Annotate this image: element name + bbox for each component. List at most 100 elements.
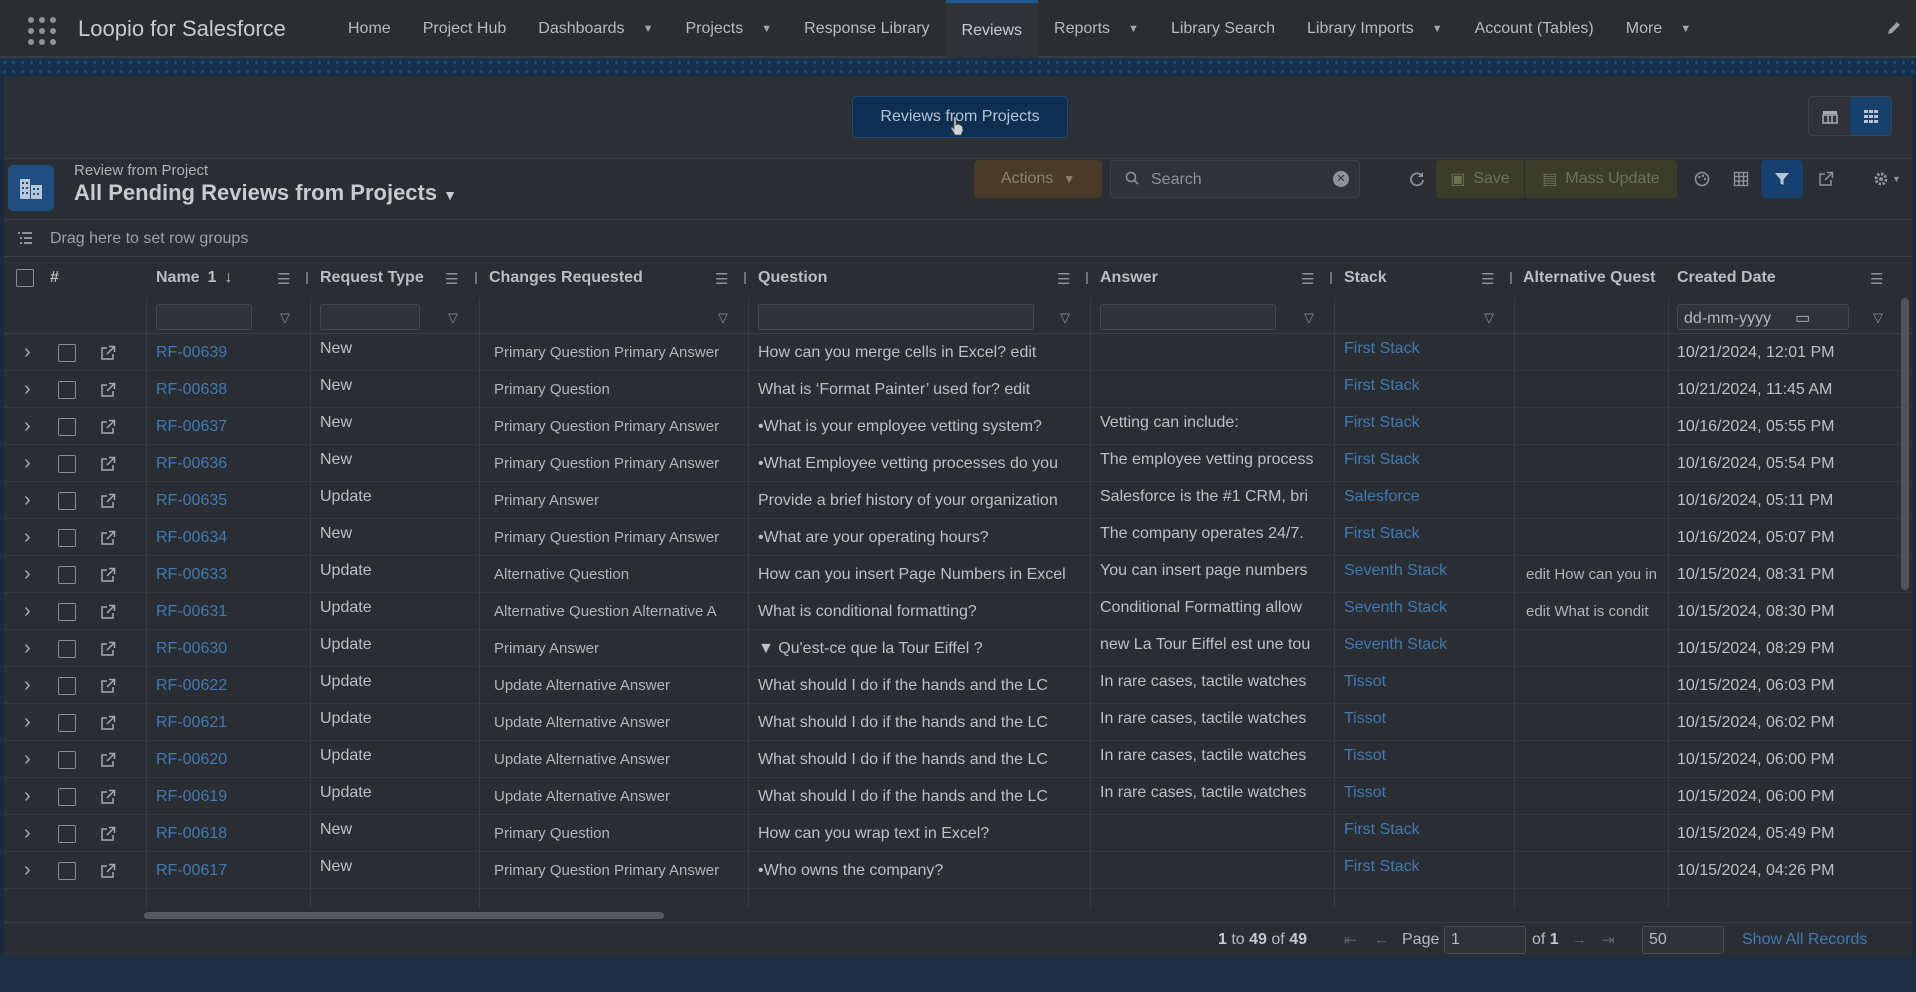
- row-checkbox[interactable]: [58, 676, 76, 695]
- column-resize-handle[interactable]: [306, 272, 308, 284]
- cell-name[interactable]: RF-00639: [156, 334, 306, 371]
- cell-name[interactable]: RF-00635: [156, 482, 306, 519]
- cell-name[interactable]: RF-00633: [156, 556, 306, 593]
- nav-item-response-library[interactable]: Response Library: [788, 0, 945, 58]
- column-resize-handle[interactable]: [1330, 272, 1332, 284]
- expand-row-icon[interactable]: ›: [24, 667, 40, 704]
- expand-row-icon[interactable]: ›: [24, 519, 40, 556]
- previous-page-icon[interactable]: ←: [1374, 931, 1389, 948]
- cell-stack[interactable]: First Stack: [1344, 334, 1512, 371]
- open-record-icon[interactable]: [100, 741, 120, 778]
- table-row[interactable]: › RF-00621 Update Update Alternative Answer…: [4, 704, 1912, 741]
- row-checkbox[interactable]: [58, 565, 76, 584]
- column-menu-icon[interactable]: ☰: [1481, 270, 1494, 288]
- expand-row-icon[interactable]: ›: [24, 445, 40, 482]
- expand-row-icon[interactable]: ›: [24, 334, 40, 371]
- cell-stack[interactable]: Tissot: [1344, 741, 1512, 778]
- chevron-down-icon[interactable]: ▼: [643, 23, 654, 35]
- column-menu-icon[interactable]: ☰: [1870, 270, 1883, 288]
- nav-item-more[interactable]: More ▼: [1610, 0, 1707, 58]
- cell-name[interactable]: RF-00631: [156, 593, 306, 630]
- palette-icon[interactable]: [1685, 160, 1719, 198]
- nav-item-library-imports[interactable]: Library Imports ▼: [1291, 0, 1459, 58]
- nav-item-projects[interactable]: Projects ▼: [669, 0, 788, 58]
- cell-name[interactable]: RF-00636: [156, 445, 306, 482]
- table-row[interactable]: › RF-00638 New Primary Question What is ‘For…: [4, 371, 1912, 408]
- column-header-question[interactable]: Question: [758, 258, 958, 298]
- cell-stack[interactable]: First Stack: [1344, 371, 1512, 408]
- chevron-down-icon[interactable]: ▼: [1432, 23, 1443, 35]
- table-row[interactable]: › RF-00634 New Primary Question Primary Ans…: [4, 519, 1912, 556]
- column-resize-handle[interactable]: [744, 272, 746, 284]
- column-header-request-type[interactable]: Request Type: [320, 258, 450, 298]
- table-row[interactable]: › RF-00620 Update Update Alternative Answer…: [4, 741, 1912, 778]
- expand-row-icon[interactable]: ›: [24, 482, 40, 519]
- column-menu-icon[interactable]: ☰: [445, 270, 458, 288]
- cell-stack[interactable]: Tissot: [1344, 667, 1512, 704]
- row-checkbox[interactable]: [58, 861, 76, 880]
- expand-row-icon[interactable]: ›: [24, 556, 40, 593]
- open-record-icon[interactable]: [100, 482, 120, 519]
- table-row[interactable]: › RF-00622 Update Update Alternative Answer…: [4, 667, 1912, 704]
- cell-stack[interactable]: First Stack: [1344, 852, 1512, 889]
- cell-name[interactable]: RF-00637: [156, 408, 306, 445]
- expand-row-icon[interactable]: ›: [24, 815, 40, 852]
- cell-stack[interactable]: Tissot: [1344, 704, 1512, 741]
- select-all-checkbox[interactable]: [16, 269, 34, 287]
- gear-icon[interactable]: ▼: [1866, 160, 1908, 198]
- expand-row-icon[interactable]: ›: [24, 593, 40, 630]
- app-launcher-icon[interactable]: [26, 15, 56, 45]
- first-page-icon[interactable]: ⇤: [1344, 931, 1357, 949]
- table-view-icon[interactable]: [1809, 97, 1850, 135]
- filter-icon[interactable]: ▽: [1873, 310, 1883, 326]
- column-menu-icon[interactable]: ☰: [1057, 270, 1070, 288]
- cell-name[interactable]: RF-00618: [156, 815, 306, 852]
- table-row[interactable]: › RF-00631 Update Alternative Question Alte…: [4, 593, 1912, 630]
- table-row[interactable]: › RF-00637 New Primary Question Primary Ans…: [4, 408, 1912, 445]
- mass-update-button[interactable]: ▤ Mass Update: [1525, 160, 1677, 198]
- cell-stack[interactable]: First Stack: [1344, 445, 1512, 482]
- open-record-icon[interactable]: [100, 704, 120, 741]
- expand-row-icon[interactable]: ›: [24, 630, 40, 667]
- row-checkbox[interactable]: [58, 454, 76, 473]
- refresh-icon[interactable]: [1400, 160, 1434, 198]
- expand-row-icon[interactable]: ›: [24, 741, 40, 778]
- search-input[interactable]: [1151, 169, 1321, 191]
- open-record-icon[interactable]: [100, 371, 120, 408]
- cell-stack[interactable]: First Stack: [1344, 815, 1512, 852]
- cell-name[interactable]: RF-00634: [156, 519, 306, 556]
- column-header-alternative-question[interactable]: Alternative Quest: [1523, 258, 1668, 298]
- open-record-icon[interactable]: [100, 852, 120, 889]
- row-checkbox[interactable]: [58, 713, 76, 732]
- cell-stack[interactable]: Seventh Stack: [1344, 593, 1512, 630]
- row-checkbox[interactable]: [58, 750, 76, 769]
- open-record-icon[interactable]: [100, 630, 120, 667]
- expand-row-icon[interactable]: ›: [24, 704, 40, 741]
- horizontal-scrollbar-thumb[interactable]: [144, 912, 664, 919]
- chevron-down-icon[interactable]: ▼: [761, 23, 772, 35]
- row-checkbox[interactable]: [58, 824, 76, 843]
- cell-stack[interactable]: Seventh Stack: [1344, 630, 1512, 667]
- cell-name[interactable]: RF-00621: [156, 704, 306, 741]
- row-groups-bar[interactable]: Drag here to set row groups: [4, 219, 1912, 257]
- actions-button[interactable]: Actions ▼: [974, 160, 1102, 198]
- open-record-icon[interactable]: [100, 815, 120, 852]
- row-checkbox[interactable]: [58, 602, 76, 621]
- pop-out-icon[interactable]: [1809, 160, 1843, 198]
- table-row[interactable]: › RF-00630 Update Primary Answer ▼ Qu'est-ce…: [4, 630, 1912, 667]
- horizontal-scrollbar[interactable]: [4, 908, 1912, 920]
- cell-name[interactable]: RF-00620: [156, 741, 306, 778]
- cell-stack[interactable]: Seventh Stack: [1344, 556, 1512, 593]
- nav-item-library-search[interactable]: Library Search: [1155, 0, 1291, 58]
- page-number-input[interactable]: 1: [1444, 926, 1526, 954]
- row-checkbox[interactable]: [58, 417, 76, 436]
- expand-row-icon[interactable]: ›: [24, 408, 40, 445]
- row-checkbox[interactable]: [58, 787, 76, 806]
- nav-item-project-hub[interactable]: Project Hub: [407, 0, 523, 58]
- column-resize-handle[interactable]: [475, 272, 477, 284]
- filter-input-request-type[interactable]: [320, 304, 420, 330]
- column-menu-icon[interactable]: ☰: [715, 270, 728, 288]
- row-checkbox[interactable]: [58, 491, 76, 510]
- filter-icon[interactable]: [1761, 160, 1803, 198]
- cell-name[interactable]: RF-00619: [156, 778, 306, 815]
